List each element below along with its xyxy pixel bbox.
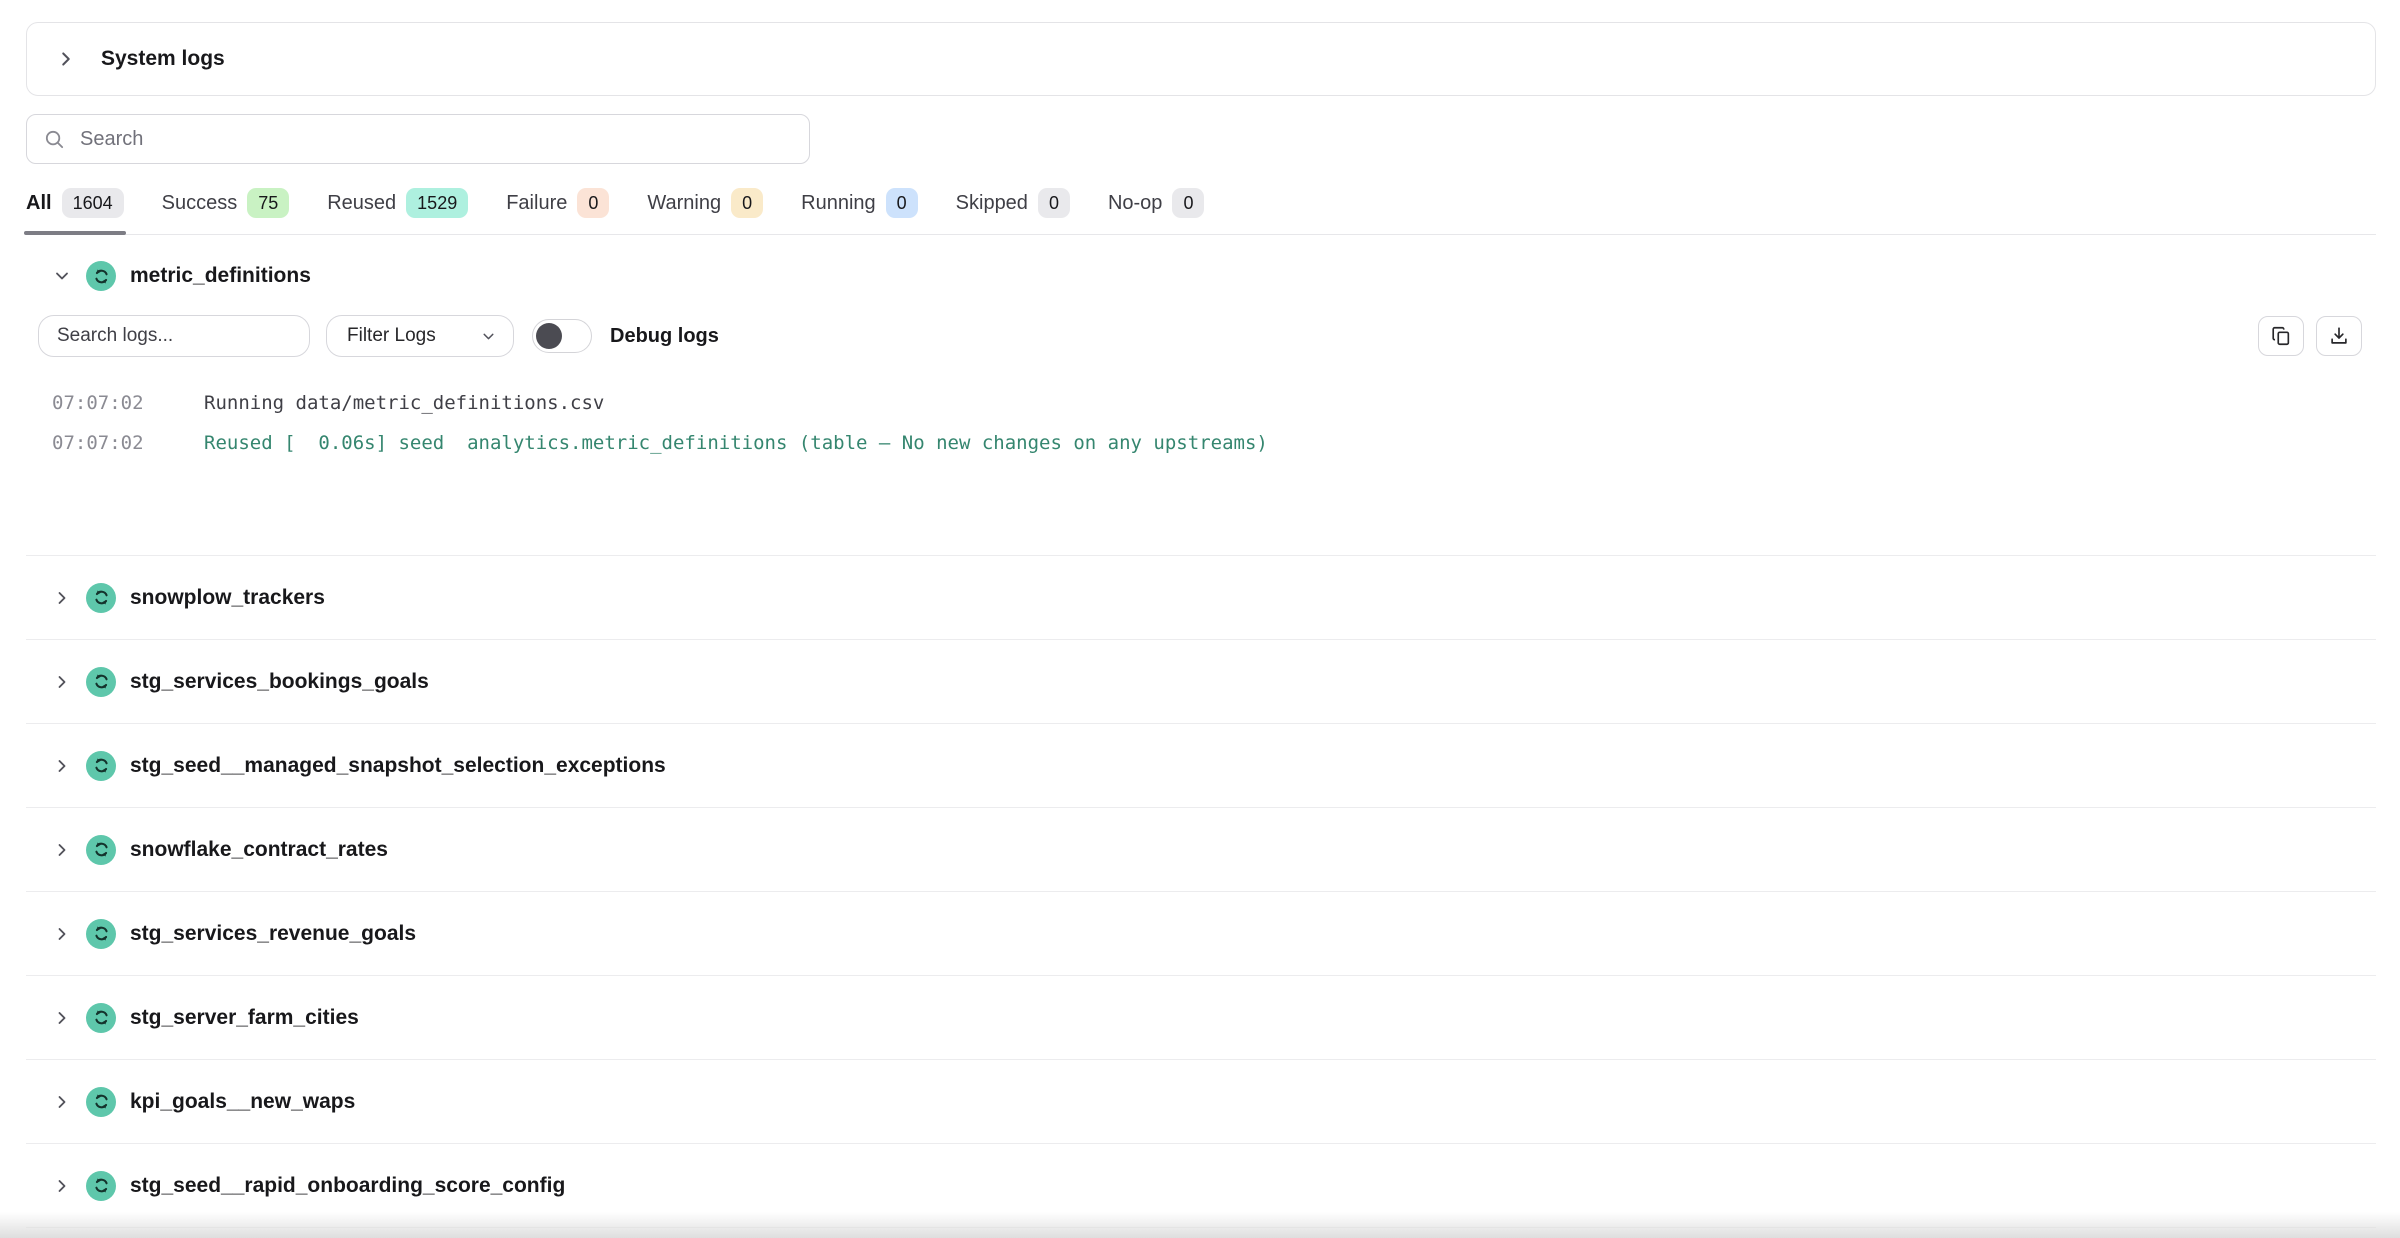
model-row-stg-services-revenue-goals[interactable]: stg_services_revenue_goals [26, 892, 2376, 976]
chevron-right-icon[interactable] [52, 672, 72, 692]
chevron-right-icon[interactable] [52, 1092, 72, 1112]
chevron-right-icon[interactable] [52, 1176, 72, 1196]
chevron-right-icon[interactable] [52, 1008, 72, 1028]
model-name: stg_server_farm_cities [130, 1006, 359, 1030]
tab-reused[interactable]: Reused 1529 [327, 188, 468, 234]
system-logs-row[interactable]: System logs [26, 22, 2376, 96]
tab-count-badge: 0 [1172, 188, 1204, 218]
model-name: kpi_goals__new_waps [130, 1090, 355, 1114]
reused-status-icon [86, 667, 116, 697]
chevron-right-icon[interactable] [55, 48, 77, 70]
search-input[interactable] [80, 128, 793, 151]
tab-count-badge: 1529 [406, 188, 468, 218]
log-time: 07:07:02 [52, 383, 162, 423]
global-search [26, 114, 810, 164]
model-name: stg_services_revenue_goals [130, 922, 416, 946]
system-logs-title: System logs [101, 47, 225, 71]
model-name: metric_definitions [130, 264, 311, 288]
model-row-stg-services-bookings-goals[interactable]: stg_services_bookings_goals [26, 640, 2376, 724]
model-row-snowflake-contract-rates[interactable]: snowflake_contract_rates [26, 808, 2376, 892]
reused-status-icon [86, 1171, 116, 1201]
model-row-stg-seed-rapid-onboarding-score-config[interactable]: stg_seed__rapid_onboarding_score_config [26, 1144, 2376, 1228]
status-tabs: All 1604 Success 75 Reused 1529 Failure … [26, 188, 2376, 235]
log-search-input[interactable] [38, 315, 310, 357]
model-name: stg_seed__rapid_onboarding_score_config [130, 1174, 565, 1198]
log-output: 07:07:02 Running data/metric_definitions… [38, 383, 2376, 463]
reused-status-icon [86, 1003, 116, 1033]
model-name: stg_seed__managed_snapshot_selection_exc… [130, 754, 666, 778]
tab-count-badge: 75 [247, 188, 289, 218]
reused-status-icon [86, 583, 116, 613]
tab-count-badge: 1604 [62, 188, 124, 218]
copy-logs-button[interactable] [2258, 316, 2304, 356]
log-line: 07:07:02 Reused [ 0.06s] seed analytics.… [38, 423, 2376, 463]
chevron-right-icon[interactable] [52, 924, 72, 944]
download-logs-button[interactable] [2316, 316, 2362, 356]
tab-all[interactable]: All 1604 [26, 188, 124, 234]
reused-status-icon [86, 261, 116, 291]
model-row-snowplow-trackers[interactable]: snowplow_trackers [26, 556, 2376, 640]
log-actions [2258, 316, 2362, 356]
reused-status-icon [86, 919, 116, 949]
chevron-right-icon[interactable] [52, 840, 72, 860]
model-name: snowflake_contract_rates [130, 838, 388, 862]
chevron-right-icon[interactable] [52, 588, 72, 608]
log-toolbar: Filter Logs Debug logs [38, 315, 2362, 357]
chevron-down-icon[interactable] [52, 266, 72, 286]
copy-icon [2270, 325, 2292, 347]
search-icon [43, 128, 66, 151]
tab-count-badge: 0 [577, 188, 609, 218]
model-row-stg-server-farm-cities[interactable]: stg_server_farm_cities [26, 976, 2376, 1060]
log-text: Reused [ 0.06s] seed analytics.metric_de… [204, 423, 1268, 463]
model-list: snowplow_trackers stg_services_bookings_… [26, 556, 2376, 1228]
tab-success[interactable]: Success 75 [162, 188, 290, 234]
filter-logs-select[interactable]: Filter Logs [326, 315, 514, 357]
expanded-model-section: metric_definitions Filter Logs Debug log… [26, 235, 2376, 556]
tab-count-badge: 0 [886, 188, 918, 218]
debug-logs-toggle[interactable] [532, 319, 592, 353]
log-line: 07:07:02 Running data/metric_definitions… [38, 383, 2376, 423]
chevron-down-icon [480, 328, 497, 345]
chevron-right-icon[interactable] [52, 756, 72, 776]
model-row-metric-definitions[interactable]: metric_definitions [26, 235, 2376, 311]
tab-failure[interactable]: Failure 0 [506, 188, 609, 234]
reused-status-icon [86, 835, 116, 865]
model-name: stg_services_bookings_goals [130, 670, 429, 694]
model-row-stg-seed-managed-snapshot-selection-exceptions[interactable]: stg_seed__managed_snapshot_selection_exc… [26, 724, 2376, 808]
reused-status-icon [86, 1087, 116, 1117]
log-text: Running data/metric_definitions.csv [204, 383, 604, 423]
tab-count-badge: 0 [731, 188, 763, 218]
run-logs-page: System logs All 1604 Success 75 Reused 1… [0, 0, 2400, 1228]
tab-running[interactable]: Running 0 [801, 188, 918, 234]
tab-no-op[interactable]: No-op 0 [1108, 188, 1205, 234]
model-row-kpi-goals-new-waps[interactable]: kpi_goals__new_waps [26, 1060, 2376, 1144]
reused-status-icon [86, 751, 116, 781]
toggle-knob [536, 323, 562, 349]
download-icon [2328, 325, 2350, 347]
debug-logs-label: Debug logs [610, 325, 719, 348]
log-time: 07:07:02 [52, 423, 162, 463]
tab-warning[interactable]: Warning 0 [647, 188, 763, 234]
model-name: snowplow_trackers [130, 586, 325, 610]
tab-skipped[interactable]: Skipped 0 [956, 188, 1070, 234]
tab-count-badge: 0 [1038, 188, 1070, 218]
